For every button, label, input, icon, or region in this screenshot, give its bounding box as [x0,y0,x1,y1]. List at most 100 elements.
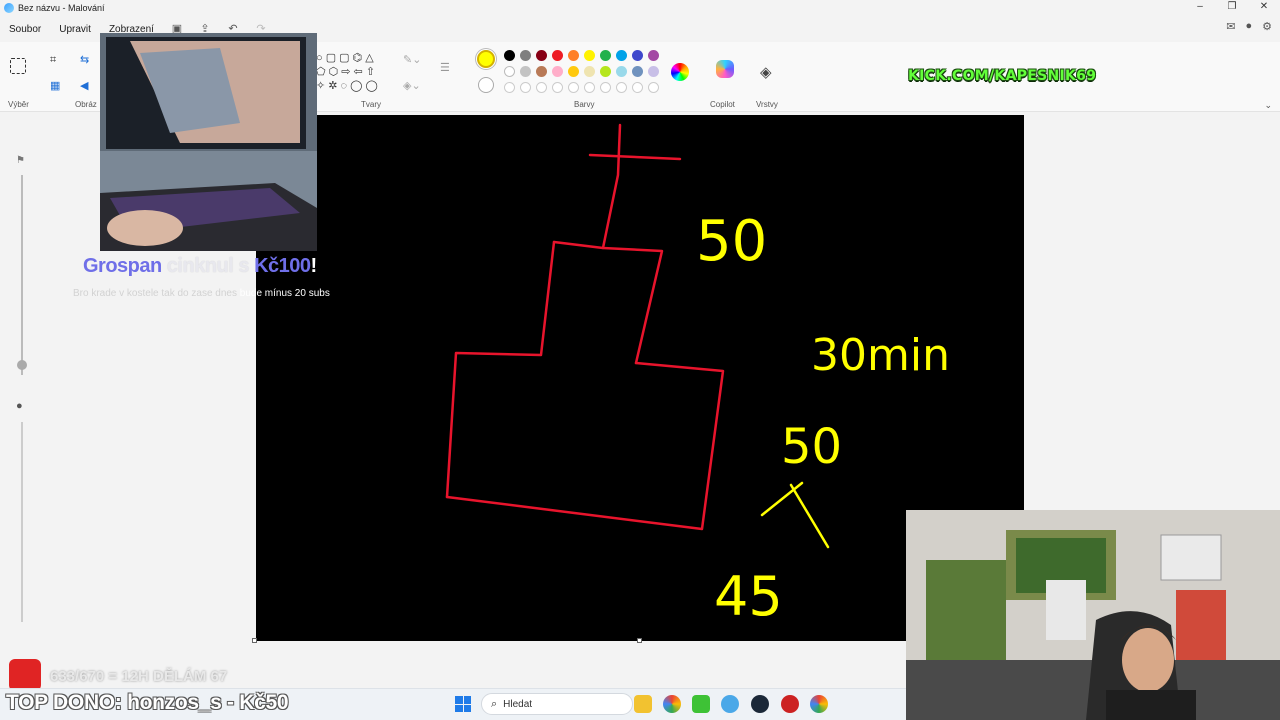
top-donation-text: TOP DONO: honzos_s - Kč50 [6,691,289,714]
chrome-profile-icon[interactable] [810,695,828,713]
yellow-cross-mark [760,481,830,549]
palette-swatch[interactable] [568,66,579,77]
palette-swatch[interactable] [600,66,611,77]
settings-gear-icon[interactable]: ⚙ [1262,20,1272,33]
canvas-resize-handle-left[interactable] [252,638,257,643]
canvas-text-50-middle: 50 [781,419,842,475]
donor-name: Grospan [83,255,162,277]
size-icon[interactable]: ☰ [440,62,450,74]
group-label-select: Výběr [8,100,29,109]
shape-star-icon[interactable]: ✧ ✲ ◌ ◯ ◯ [316,80,378,92]
fill-icon[interactable]: ◈⌄ [403,80,421,92]
account-icon[interactable]: ● [1245,20,1252,33]
window-title: Bez názvu - Malování [18,3,105,13]
custom-color-slot[interactable] [568,82,579,93]
group-label-copilot: Copilot [710,100,735,109]
custom-color-slot[interactable] [600,82,611,93]
donation-message: Bro krade v kostele tak do zase dnes bud… [73,288,330,299]
custom-color-slot[interactable] [536,82,547,93]
palette-swatch[interactable] [536,66,547,77]
palette-swatch[interactable] [632,50,643,61]
zoom-knob[interactable] [17,360,27,370]
red-bottom-tier [445,361,725,531]
canvas-text-50-top: 50 [696,209,767,274]
custom-color-slot[interactable] [504,82,515,93]
palette-swatch[interactable] [520,50,531,61]
custom-color-slot[interactable] [616,82,627,93]
copilot-icon[interactable] [716,60,734,78]
kick-app-icon[interactable] [692,695,710,713]
gameplay-video-overlay [100,33,317,251]
select-tool-icon[interactable] [10,58,26,74]
custom-color-slot[interactable] [648,82,659,93]
close-button[interactable]: ✕ [1248,0,1280,16]
palette-swatch[interactable] [584,50,595,61]
red-top-tier-top [552,240,664,365]
custom-color-slot[interactable] [632,82,643,93]
palette-swatch[interactable] [536,50,547,61]
shape-oval-icon[interactable]: ○ ▢ ▢ ⌬ △ [316,52,374,64]
file-explorer-icon[interactable] [634,695,652,713]
red-cake-drawing [445,123,725,531]
minimize-button[interactable]: – [1184,0,1216,16]
custom-color-slot[interactable] [552,82,563,93]
thickness-track [21,422,23,622]
palette-swatch[interactable] [520,66,531,77]
feedback-icon[interactable]: ✉ [1226,20,1235,33]
chrome-icon[interactable] [663,695,681,713]
window-controls: – ❐ ✕ [1184,0,1280,16]
custom-color-slot[interactable] [584,82,595,93]
menu-upravit[interactable]: Upravit [50,24,100,35]
taskbar-search[interactable]: ⌕ Hledat [481,693,633,715]
palette-swatch[interactable] [552,50,563,61]
palette-swatch[interactable] [568,50,579,61]
palette-swatch[interactable] [616,66,627,77]
donation-alert: Grospan cinknul s Kč100! [83,255,317,278]
custom-color-slot[interactable] [520,82,531,93]
palette-swatch[interactable] [584,66,595,77]
maximize-button[interactable]: ❐ [1216,0,1248,16]
resize-icon[interactable]: ⇆ [80,54,89,66]
donation-message-part-2: bude mínus 20 subs [239,288,330,299]
canvas-text-45: 45 [714,565,783,628]
palette-swatch[interactable] [600,50,611,61]
paint-taskbar-icon[interactable] [721,695,739,713]
layers-icon[interactable]: ◈ [760,63,772,81]
kick-channel-overlay: KICK.COM/KAPESNIK69 [908,68,1097,84]
windows-start-icon[interactable] [455,696,471,712]
canvas-text-30min: 30min [811,330,950,381]
group-label-layers: Vrstvy [756,100,778,109]
title-bar: Bez názvu - Malování [0,0,1280,16]
app-red-icon[interactable] [781,695,799,713]
palette-swatch[interactable] [648,50,659,61]
palette-swatch[interactable] [616,50,627,61]
taskbar-search-placeholder: Hledat [503,698,533,710]
canvas-resize-handle-bottom[interactable] [637,638,642,643]
primary-color-swatch[interactable] [477,50,495,68]
edit-colors-icon[interactable] [671,63,689,81]
image-tool-icon[interactable]: ▦ [50,80,60,92]
stream-goal-text: 633/670 = 12H DĚLÁM 67 [50,668,228,685]
rotate-icon[interactable]: ◀ [80,80,88,92]
menu-soubor[interactable]: Soubor [0,24,50,35]
secondary-color-swatch[interactable] [478,77,494,93]
thickness-slider[interactable]: ● [14,400,30,625]
steam-icon[interactable] [751,695,769,713]
donation-amount: Kč100 [254,255,311,277]
zoom-slider[interactable]: ⚑ [14,155,30,380]
search-icon: ⌕ [491,697,498,710]
palette-swatch[interactable] [504,66,515,77]
devil-emote-icon [9,659,41,691]
ribbon-collapse-chevron-icon[interactable]: ⌄ [1264,100,1272,111]
palette-swatch[interactable] [552,66,563,77]
zoom-track [21,175,23,375]
palette-swatch[interactable] [648,66,659,77]
palette-swatch[interactable] [632,66,643,77]
crop-icon[interactable]: ⌗ [50,54,56,66]
outline-icon[interactable]: ✎⌄ [403,54,421,66]
palette-swatch[interactable] [504,50,515,61]
group-label-colors: Barvy [574,100,595,109]
webcam-illustration [906,510,1280,720]
donation-exclamation: ! [310,255,318,277]
shape-polygon-icon[interactable]: ⬠ ⬡ ⇨ ⇦ ⇧ [316,66,375,78]
